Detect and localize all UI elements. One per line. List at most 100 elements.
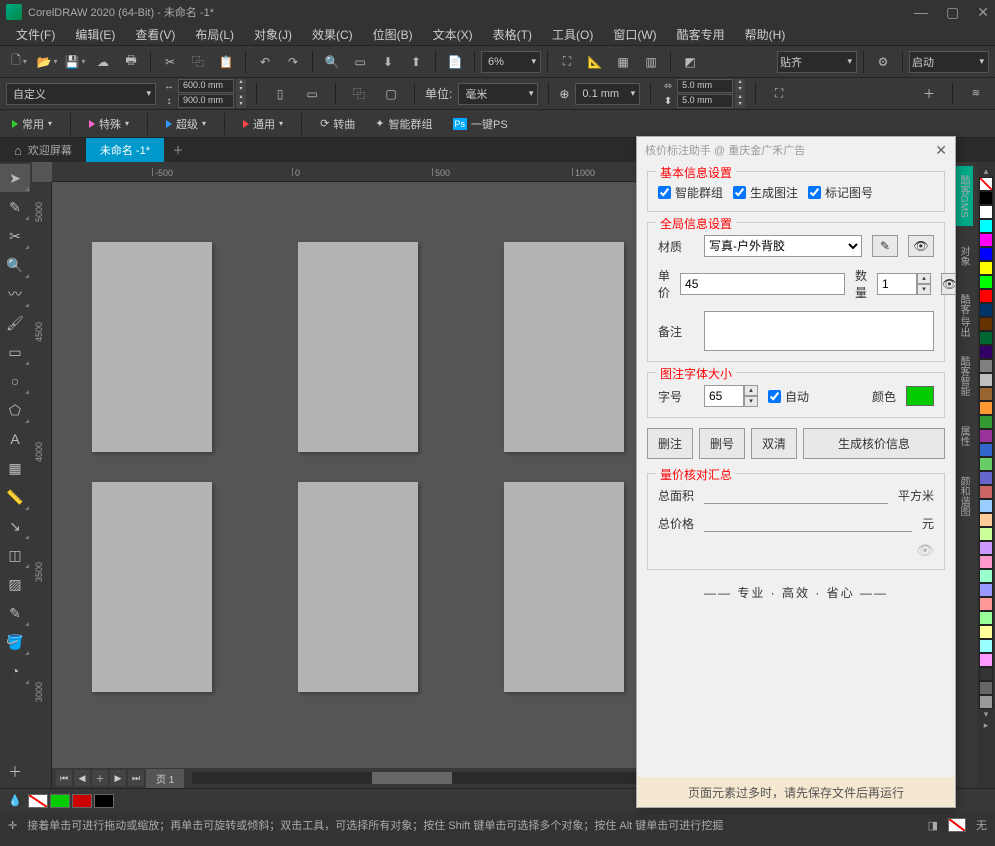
color-swatch[interactable] (979, 555, 993, 569)
note-input[interactable] (704, 311, 934, 351)
color-swatch[interactable] (979, 485, 993, 499)
color-swatch[interactable] (979, 667, 993, 681)
fill-indicator-icon[interactable]: ◨ (928, 819, 938, 832)
menu-layout[interactable]: 布局(L) (187, 24, 242, 45)
menu-file[interactable]: 文件(F) (8, 24, 63, 45)
eyedropper-tool[interactable]: ✎ (0, 599, 30, 627)
artistic-tool[interactable]: 🖌 (0, 309, 30, 337)
color-swatch[interactable] (979, 387, 993, 401)
color-picker[interactable] (906, 386, 934, 406)
chk-caption[interactable]: 生成图注 (733, 184, 798, 201)
shadow-tool[interactable]: ◫ (0, 541, 30, 569)
price-input[interactable] (680, 273, 845, 295)
rectangle-tool[interactable]: ▭ (0, 338, 30, 366)
pick-tool[interactable]: ➤ (0, 164, 30, 192)
color-swatch[interactable] (979, 275, 993, 289)
color-swatch[interactable] (979, 345, 993, 359)
ellipse-tool[interactable]: ○ (0, 367, 30, 395)
freehand-tool[interactable]: 〰 (0, 280, 30, 308)
palette-down[interactable]: ▾ (984, 709, 989, 720)
color-swatch[interactable] (979, 611, 993, 625)
zoom-select[interactable]: 6% (481, 51, 541, 73)
zoom-tool[interactable]: 🔍 (0, 251, 30, 279)
menu-text[interactable]: 文本(X) (425, 24, 481, 45)
fill-none[interactable] (28, 794, 48, 808)
first-page[interactable]: ⏮ (56, 770, 72, 786)
connector-tool[interactable]: ↘ (0, 512, 30, 540)
clear-both-button[interactable]: 双清 (751, 428, 797, 459)
color-swatch[interactable] (979, 443, 993, 457)
cut-button[interactable]: ✂ (157, 49, 183, 75)
fill-red[interactable] (72, 794, 92, 808)
close-button[interactable]: ✕ (977, 4, 989, 21)
color-swatch[interactable] (979, 415, 993, 429)
add-button[interactable]: ＋ (916, 81, 942, 107)
plugin-ps[interactable]: Ps一键PS (447, 114, 514, 134)
nudge-input[interactable]: 0.1 mm (575, 83, 640, 105)
page-rect[interactable] (504, 482, 624, 692)
page-rect[interactable] (298, 482, 418, 692)
palette-up[interactable]: ▴ (984, 166, 989, 177)
menu-bitmap[interactable]: 位图(B) (365, 24, 421, 45)
guides-button[interactable]: ▥ (638, 49, 664, 75)
last-page[interactable]: ⏭ (128, 770, 144, 786)
open-button[interactable]: 📂 (34, 49, 60, 75)
page-label[interactable]: 页 1 (146, 769, 184, 788)
crop-tool[interactable]: ✂ (0, 222, 30, 250)
color-swatch[interactable] (979, 205, 993, 219)
color-swatch[interactable] (979, 331, 993, 345)
color-swatch[interactable] (979, 303, 993, 317)
color-swatch[interactable] (979, 639, 993, 653)
prev-page[interactable]: ◀ (74, 770, 90, 786)
page-preset[interactable]: 自定义 (6, 83, 156, 105)
page-rect[interactable] (298, 242, 418, 452)
color-swatch[interactable] (979, 373, 993, 387)
export-button[interactable]: ⬆ (403, 49, 429, 75)
menu-tools[interactable]: 工具(O) (544, 24, 601, 45)
table-tool[interactable]: ▦ (0, 454, 30, 482)
view-qty-button[interactable]: 👁 (941, 273, 955, 295)
plugin-common[interactable]: 常用▾ (6, 114, 58, 134)
page-rect[interactable] (92, 482, 212, 692)
dimension-tool[interactable]: 📏 (0, 483, 30, 511)
overprint-button[interactable]: ◩ (677, 49, 703, 75)
qty-input[interactable] (877, 273, 917, 295)
color-swatch[interactable] (979, 681, 993, 695)
swatch-none[interactable] (979, 177, 993, 191)
color-swatch[interactable] (979, 653, 993, 667)
cloud-button[interactable]: ☁ (90, 49, 116, 75)
page-rect[interactable] (92, 242, 212, 452)
copy-button[interactable]: ⿻ (185, 49, 211, 75)
color-swatch[interactable] (979, 583, 993, 597)
view-material-button[interactable]: 👁 (908, 235, 934, 257)
next-page[interactable]: ▶ (110, 770, 126, 786)
material-select[interactable]: 写真-户外背胶 (704, 235, 862, 257)
menu-kuke[interactable]: 酷客专用 (669, 24, 733, 45)
crop-button[interactable]: ⛶ (766, 81, 792, 107)
edit-material-button[interactable]: ✎ (872, 235, 898, 257)
color-swatch[interactable] (979, 219, 993, 233)
color-swatch[interactable] (979, 569, 993, 583)
text-tool[interactable]: A (0, 425, 30, 453)
search-button[interactable]: 🔍 (319, 49, 345, 75)
panel-titlebar[interactable]: 核价标注助手 @ 重庆金广禾广告 ✕ (637, 137, 955, 163)
color-swatch[interactable] (979, 541, 993, 555)
menu-effect[interactable]: 效果(C) (304, 24, 361, 45)
plugin-general[interactable]: 通用▾ (237, 114, 289, 134)
color-swatch[interactable] (979, 695, 993, 709)
panview-button[interactable]: ▭ (347, 49, 373, 75)
launch-label[interactable]: 启动 (909, 51, 989, 73)
color-swatch[interactable] (979, 513, 993, 527)
shape-tool[interactable]: ✎ (0, 193, 30, 221)
generate-button[interactable]: 生成核价信息 (803, 428, 945, 459)
redo-button[interactable]: ↷ (280, 49, 306, 75)
dup-x[interactable]: 5.0 mm (677, 79, 733, 93)
chk-smartgroup[interactable]: 智能群组 (658, 184, 723, 201)
ruler-vertical[interactable]: 5000 4500 4000 3500 3000 (32, 182, 52, 788)
import-button[interactable]: ⬇ (375, 49, 401, 75)
color-swatch[interactable] (979, 247, 993, 261)
publish-button[interactable]: 📄 (442, 49, 468, 75)
menu-help[interactable]: 帮助(H) (737, 24, 794, 45)
menu-table[interactable]: 表格(T) (485, 24, 540, 45)
color-swatch[interactable] (979, 597, 993, 611)
